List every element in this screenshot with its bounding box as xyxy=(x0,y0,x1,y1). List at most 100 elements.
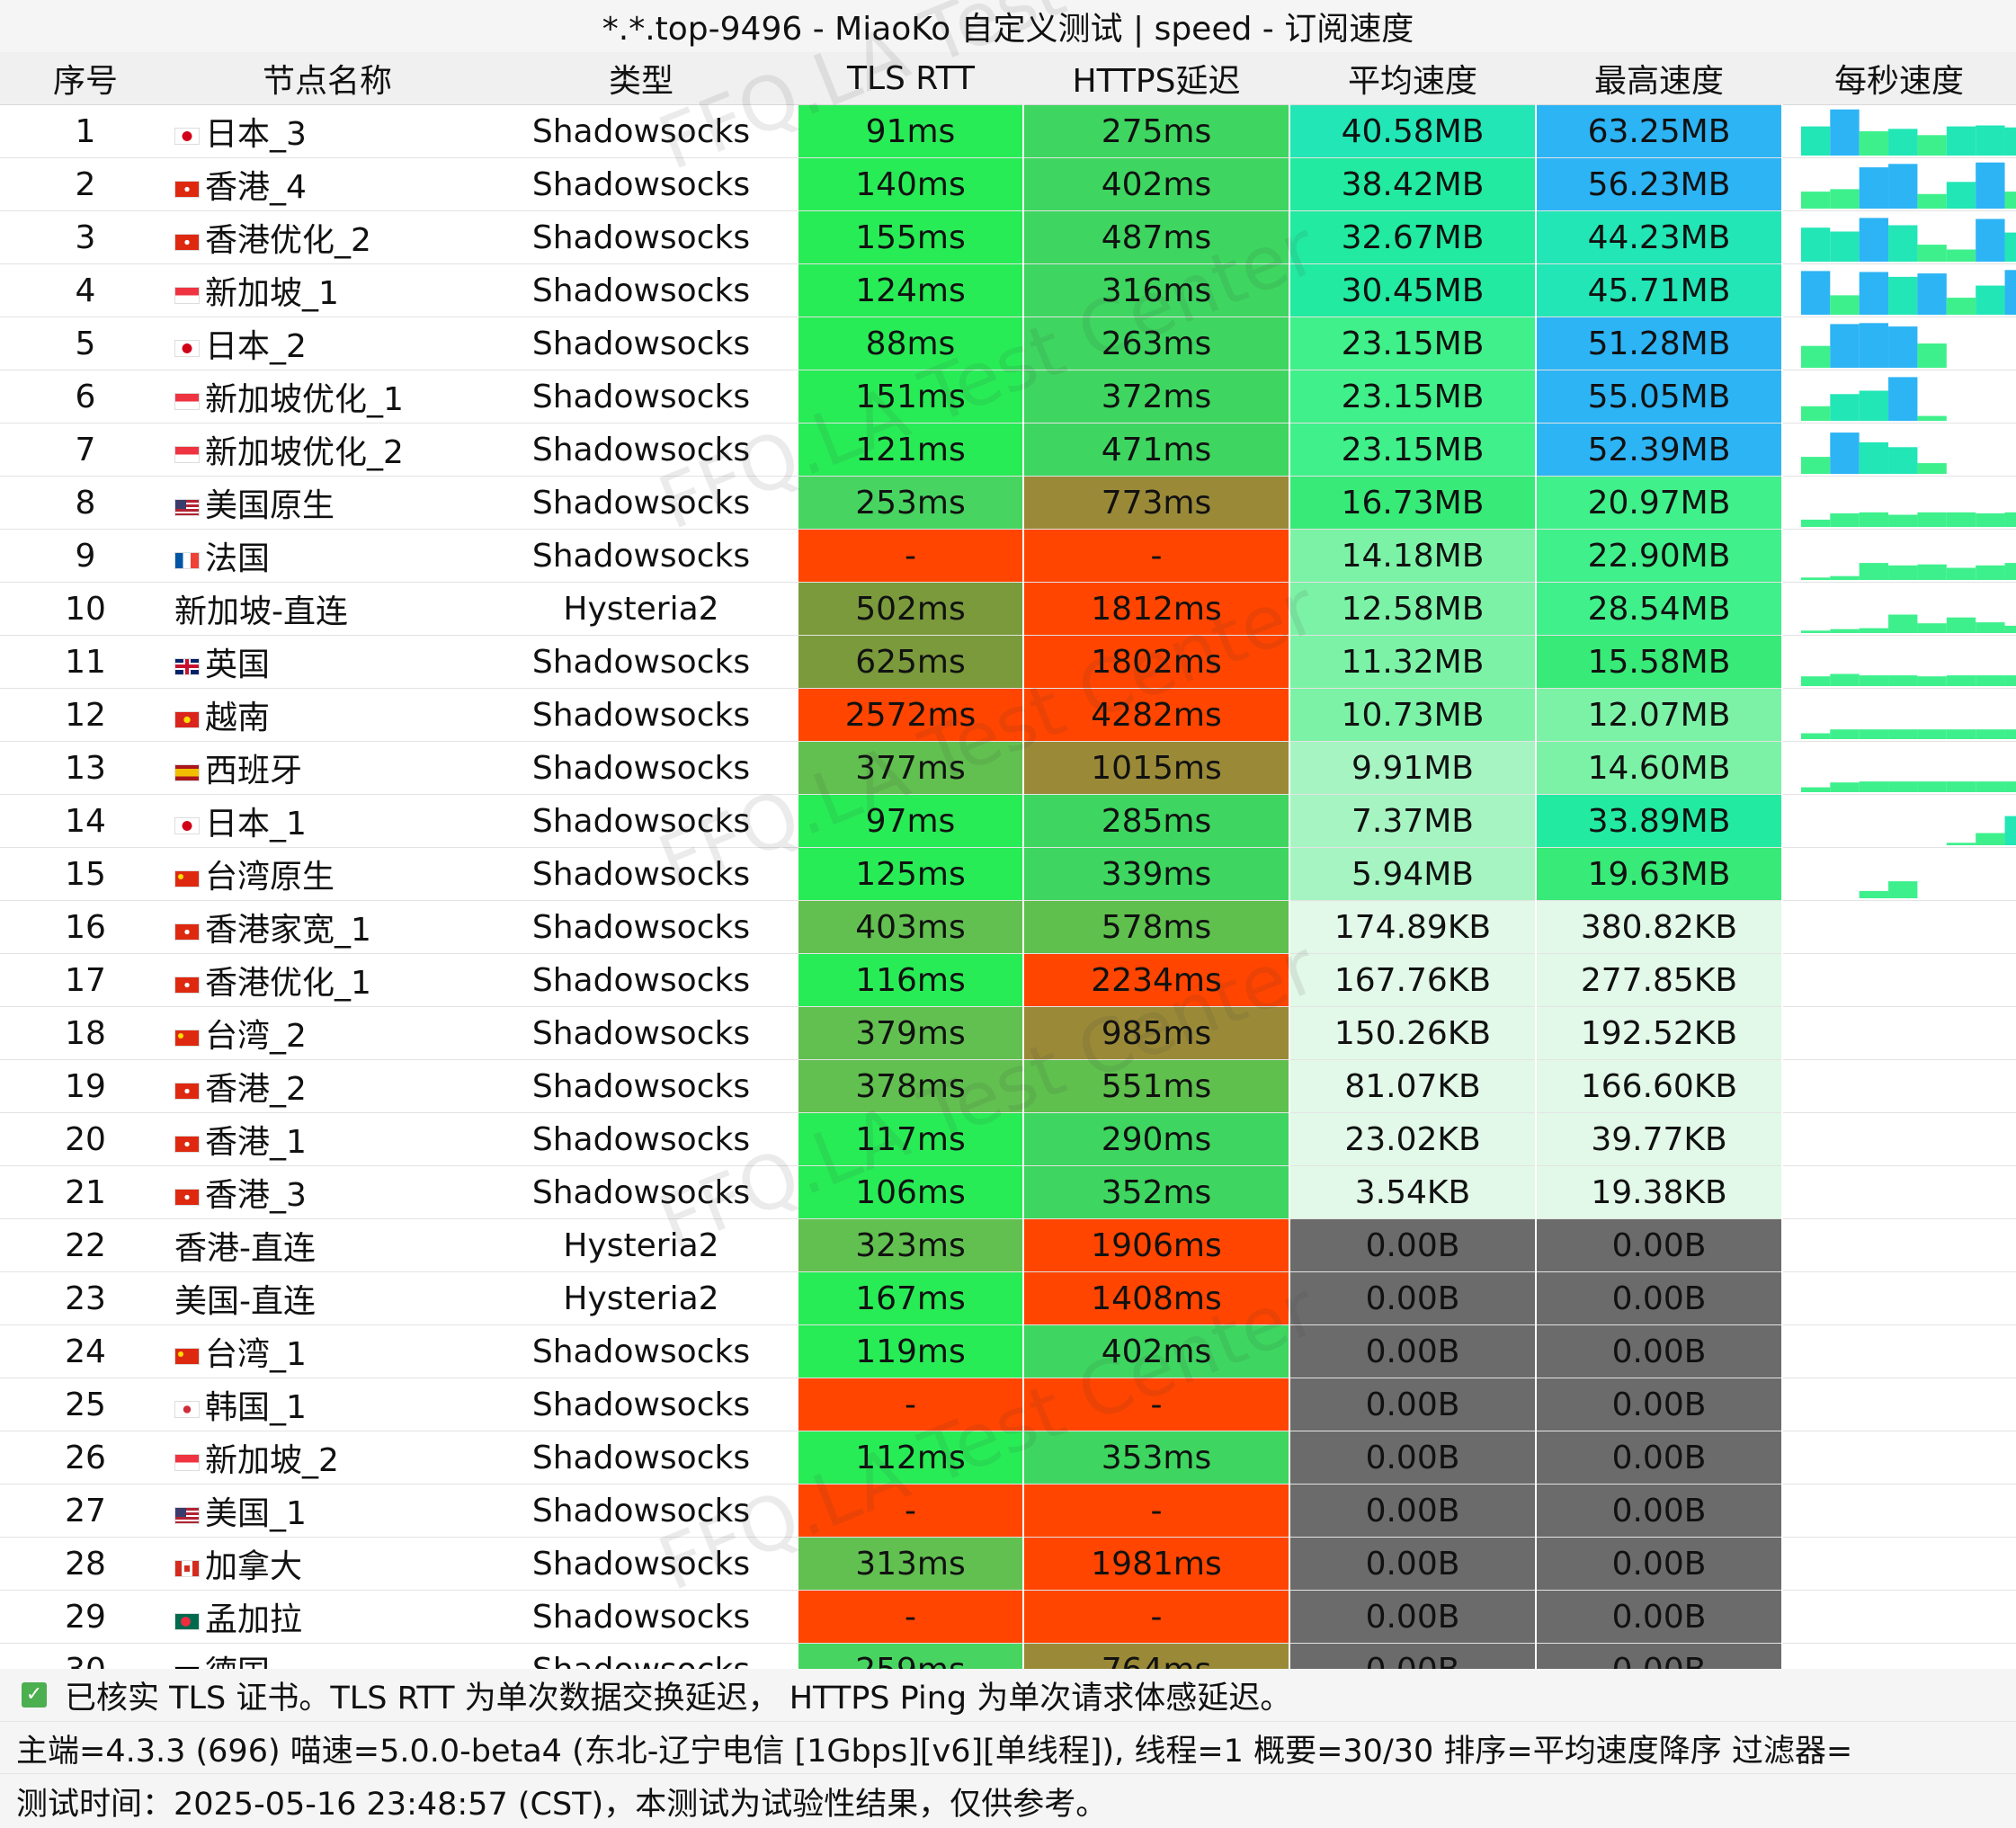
table-row[interactable]: 19 香港_2 Shadowsocks 378ms 551ms 81.07KB 166.60… xyxy=(0,1059,2016,1113)
table-row[interactable]: 15 台湾原生 Shadowsocks 125ms 339ms 5.94MB 19.63MB xyxy=(0,847,2016,901)
table-row[interactable]: 11 英国 Shadowsocks 625ms 1802ms 11.32MB 15.58MB xyxy=(0,635,2016,689)
table-row[interactable]: 24 台湾_1 Shadowsocks 119ms 402ms 0.00B 0.00B xyxy=(0,1324,2016,1378)
header-node-name[interactable]: 节点名称 xyxy=(171,52,484,105)
cell-per-second-speed xyxy=(1782,794,2016,848)
table-row[interactable]: 4 新加坡_1 Shadowsocks 124ms 316ms 30.45MB 45.71M… xyxy=(0,263,2016,317)
table-row[interactable]: 7 新加坡优化_2 Shadowsocks 121ms 471ms 23.15MB 52.3… xyxy=(0,423,2016,477)
cell-index: 23 xyxy=(0,1271,171,1325)
sparkline-bar xyxy=(1917,273,1947,315)
cell-node-name: 新加坡_1 xyxy=(171,263,484,317)
cell-https-latency: 773ms xyxy=(1023,476,1290,530)
node-name-text: 香港优化_1 xyxy=(205,965,371,1002)
cell-type: Shadowsocks xyxy=(484,741,798,795)
table-row[interactable]: 10 新加坡-直连 Hysteria2 502ms 1812ms 12.58MB 28.54… xyxy=(0,582,2016,636)
sparkline-bar xyxy=(1800,577,1831,580)
cell-index: 3 xyxy=(0,210,171,264)
sparkline-bar xyxy=(1800,733,1831,739)
header-https-latency[interactable]: HTTPS延迟 xyxy=(1023,52,1289,105)
table-row[interactable]: 23 美国-直连 Hysteria2 167ms 1408ms 0.00B 0.00B xyxy=(0,1271,2016,1325)
cell-tls-rtt: 88ms xyxy=(798,317,1024,370)
sparkline-bar xyxy=(1830,109,1860,156)
table-row[interactable]: 13 西班牙 Shadowsocks 377ms 1015ms 9.91MB 14.60MB xyxy=(0,741,2016,795)
cell-max-speed: 277.85KB xyxy=(1536,953,1783,1007)
table-row[interactable]: 20 香港_1 Shadowsocks 117ms 290ms 23.02KB 39.77K… xyxy=(0,1112,2016,1166)
cell-max-speed: 33.89MB xyxy=(1536,794,1783,848)
header-avg-speed[interactable]: 平均速度 xyxy=(1289,52,1536,105)
sparkline-bar xyxy=(1976,565,2005,580)
table-row[interactable]: 9 法国 Shadowsocks - -14.18MB 22.90MB xyxy=(0,529,2016,583)
table-row[interactable]: 25 韩国_1 Shadowsocks - -0.00B 0.00B xyxy=(0,1378,2016,1431)
cell-index: 9 xyxy=(0,529,171,583)
cell-per-second-speed xyxy=(1782,741,2016,795)
cell-https-latency: 402ms xyxy=(1023,157,1290,211)
table-row[interactable]: 8 美国原生 Shadowsocks 253ms 773ms 16.73MB 20.97MB xyxy=(0,476,2016,530)
table-body: 1 日本_3 Shadowsocks 91ms 275ms 40.58MB 63.25MB 2… xyxy=(0,104,2016,1697)
cell-node-name: 日本_3 xyxy=(171,104,484,158)
flag-jp-icon xyxy=(174,127,200,145)
cell-max-speed: 14.60MB xyxy=(1536,741,1783,795)
header-per-second-speed[interactable]: 每秒速度 xyxy=(1782,52,2016,105)
cell-per-second-speed xyxy=(1782,582,2016,636)
table-row[interactable]: 1 日本_3 Shadowsocks 91ms 275ms 40.58MB 63.25MB xyxy=(0,104,2016,158)
flag-hk-icon xyxy=(174,1135,200,1153)
table-row[interactable]: 5 日本_2 Shadowsocks 88ms 263ms 23.15MB 51.28MB xyxy=(0,317,2016,370)
table-row[interactable]: 12 越南 Shadowsocks 2572ms 4282ms 10.73MB 12.07M… xyxy=(0,688,2016,742)
header-tls-rtt[interactable]: TLS RTT xyxy=(798,52,1023,105)
table-row[interactable]: 27 美国_1 Shadowsocks - -0.00B 0.00B xyxy=(0,1484,2016,1538)
cell-https-latency: 2234ms xyxy=(1023,953,1290,1007)
cell-type: Shadowsocks xyxy=(484,1431,798,1485)
cell-index: 26 xyxy=(0,1431,171,1485)
cell-avg-speed: 0.00B xyxy=(1289,1590,1537,1644)
header-max-speed[interactable]: 最高速度 xyxy=(1536,52,1782,105)
speed-sparkline xyxy=(1800,673,2016,686)
cell-node-name: 韩国_1 xyxy=(171,1378,484,1431)
table-row[interactable]: 16 香港家宽_1 Shadowsocks 403ms 578ms 174.89KB 380… xyxy=(0,900,2016,954)
cell-per-second-speed xyxy=(1782,317,2016,370)
cell-per-second-speed xyxy=(1782,688,2016,742)
header-index[interactable]: 序号 xyxy=(0,52,171,105)
cell-node-name: 美国_1 xyxy=(171,1484,484,1538)
flag-vn-icon xyxy=(174,710,200,728)
speed-sparkline xyxy=(1800,109,2016,156)
node-name-text: 法国 xyxy=(205,540,271,577)
table-row[interactable]: 18 台湾_2 Shadowsocks 379ms 985ms 150.26KB 192.5… xyxy=(0,1006,2016,1060)
sparkline-bar xyxy=(1917,676,1947,686)
table-row[interactable]: 21 香港_3 Shadowsocks 106ms 352ms 3.54KB 19.38KB xyxy=(0,1165,2016,1219)
cell-https-latency: - xyxy=(1023,529,1290,583)
table-row[interactable]: 29 孟加拉 Shadowsocks - -0.00B 0.00B xyxy=(0,1590,2016,1644)
cell-tls-rtt: - xyxy=(798,1484,1024,1538)
cell-https-latency: 285ms xyxy=(1023,794,1290,848)
table-row[interactable]: 6 新加坡优化_1 Shadowsocks 151ms 372ms 23.15MB 55.0… xyxy=(0,370,2016,424)
cell-tls-rtt: 119ms xyxy=(798,1324,1024,1378)
cell-type: Hysteria2 xyxy=(484,582,798,636)
cell-avg-speed: 0.00B xyxy=(1289,1324,1537,1378)
speed-sparkline xyxy=(1800,377,1947,421)
node-name-text: 新加坡_2 xyxy=(205,1442,339,1479)
cell-per-second-speed xyxy=(1782,1590,2016,1644)
sparkline-bar xyxy=(1859,167,1889,209)
cell-avg-speed: 16.73MB xyxy=(1289,476,1537,530)
table-row[interactable]: 2 香港_4 Shadowsocks 140ms 402ms 38.42MB 56.23MB xyxy=(0,157,2016,211)
sparkline-bar xyxy=(1800,192,1831,209)
results-table: 序号 节点名称 类型 TLS RTT HTTPS延迟 平均速度 最高速度 每秒速… xyxy=(0,52,2016,1697)
footer-test-time: 测试时间：2025-05-16 23:48:57 (CST)，本测试为试验性结果… xyxy=(0,1773,2016,1828)
header-type[interactable]: 类型 xyxy=(484,52,798,105)
cell-max-speed: 12.07MB xyxy=(1536,688,1783,742)
flag-cn-icon xyxy=(174,1347,200,1365)
table-row[interactable]: 22 香港-直连 Hysteria2 323ms 1906ms 0.00B 0.00B xyxy=(0,1218,2016,1272)
table-row[interactable]: 26 新加坡_2 Shadowsocks 112ms 353ms 0.00B 0.00B xyxy=(0,1431,2016,1485)
sparkline-bar xyxy=(1859,512,1889,527)
cell-tls-rtt: 124ms xyxy=(798,263,1024,317)
table-row[interactable]: 3 香港优化_2 Shadowsocks 155ms 487ms 32.67MB 44.23… xyxy=(0,210,2016,264)
sparkline-bar xyxy=(1830,231,1860,262)
cell-node-name: 美国-直连 xyxy=(171,1271,484,1325)
node-name-text: 英国 xyxy=(205,646,271,683)
table-row[interactable]: 17 香港优化_1 Shadowsocks 116ms 2234ms 167.76KB 27… xyxy=(0,953,2016,1007)
checkbox-checked-icon[interactable]: ✓ xyxy=(22,1682,47,1708)
table-row[interactable]: 14 日本_1 Shadowsocks 97ms 285ms 7.37MB 33.89MB xyxy=(0,794,2016,848)
flag-es-icon xyxy=(174,763,200,781)
cell-max-speed: 44.23MB xyxy=(1536,210,1783,264)
cell-https-latency: 1906ms xyxy=(1023,1218,1290,1272)
table-row[interactable]: 28 加拿大 Shadowsocks 313ms 1981ms 0.00B 0.00B xyxy=(0,1537,2016,1591)
cell-tls-rtt: 106ms xyxy=(798,1165,1024,1219)
